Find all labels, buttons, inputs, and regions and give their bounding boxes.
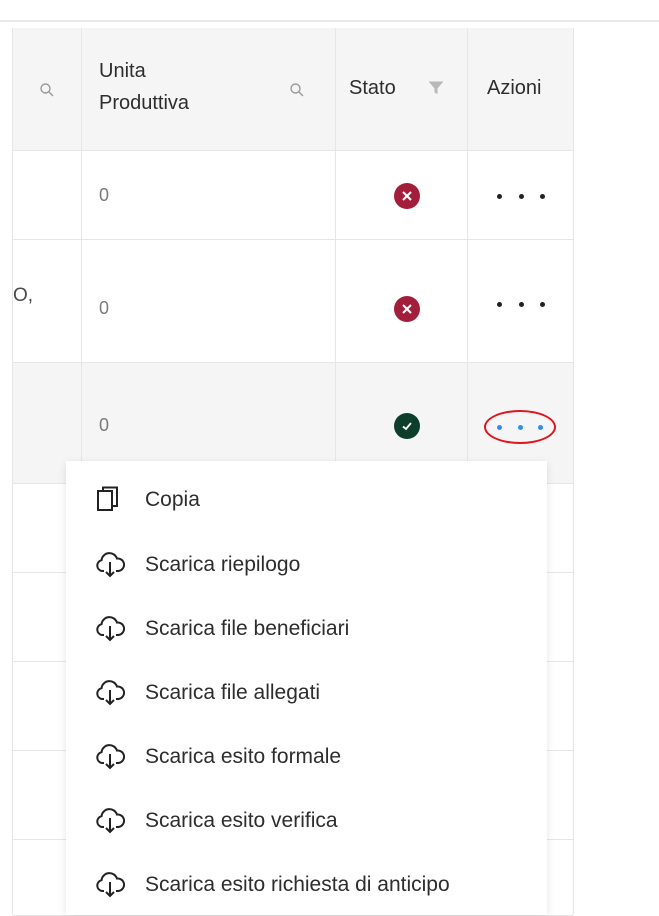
menu-item-scarica-file-beneficiari[interactable]: Scarica file beneficiari (66, 609, 547, 649)
highlight-circle (484, 410, 556, 444)
search-icon[interactable] (39, 82, 55, 103)
cloud-download-icon (95, 807, 125, 835)
status-error-icon (394, 296, 420, 322)
table-row: 0 (13, 151, 573, 240)
menu-item-label: Scarica esito verifica (145, 809, 338, 832)
column-header-unita-line2: Produttiva (99, 92, 190, 114)
menu-item-label: Scarica file beneficiari (145, 617, 350, 640)
table-header: Unita Produttiva Stato Azioni (13, 28, 573, 151)
unita-produttiva-cell: 0 (99, 415, 110, 435)
dot-icon (518, 193, 524, 199)
menu-item-label: Copia (145, 488, 200, 511)
cloud-download-icon (95, 743, 125, 771)
menu-item-scarica-esito-richiesta-anticipo[interactable]: Scarica esito richiesta di anticipo (66, 865, 547, 905)
column-header-stato: Stato (349, 77, 396, 99)
cloud-download-icon (95, 679, 125, 707)
menu-item-label: Scarica file allegati (145, 681, 321, 704)
menu-item-scarica-esito-verifica[interactable]: Scarica esito verifica (66, 801, 547, 841)
cloud-download-icon (95, 551, 125, 579)
truncated-cell-text: O, (13, 285, 34, 306)
filter-icon[interactable] (428, 80, 444, 101)
row-actions-menu: Copia Scarica riepilogo Scarica file ben… (66, 461, 547, 915)
unita-produttiva-cell: 0 (99, 298, 110, 318)
dot-icon (497, 301, 502, 307)
menu-item-label: Scarica esito richiesta di anticipo (145, 873, 450, 896)
cloud-download-icon (95, 615, 125, 643)
column-header-unita-line1: Unita (99, 60, 146, 82)
copy-icon (95, 486, 125, 514)
menu-item-label: Scarica esito formale (145, 745, 342, 768)
dot-icon (518, 301, 524, 307)
column-header-unita-produttiva: Unita Produttiva (99, 55, 189, 119)
table-row: O, 0 (13, 240, 573, 363)
menu-item-scarica-file-allegati[interactable]: Scarica file allegati (66, 673, 547, 713)
dot-icon (540, 193, 545, 199)
search-icon[interactable] (289, 82, 305, 103)
status-success-icon (394, 413, 420, 439)
status-error-icon (394, 183, 420, 209)
top-divider (0, 20, 659, 22)
menu-item-label: Scarica riepilogo (145, 553, 301, 576)
column-header-azioni: Azioni (487, 77, 542, 99)
unita-produttiva-cell: 0 (99, 185, 110, 205)
menu-item-scarica-riepilogo[interactable]: Scarica riepilogo (66, 545, 547, 585)
row-actions-button[interactable] (497, 294, 545, 314)
row-actions-button[interactable] (497, 186, 545, 206)
dot-icon (497, 193, 502, 199)
column-divider (573, 28, 574, 915)
cloud-download-icon (95, 871, 125, 899)
dot-icon (540, 301, 545, 307)
menu-item-scarica-esito-formale[interactable]: Scarica esito formale (66, 737, 547, 777)
menu-item-copia[interactable]: Copia (66, 480, 547, 520)
